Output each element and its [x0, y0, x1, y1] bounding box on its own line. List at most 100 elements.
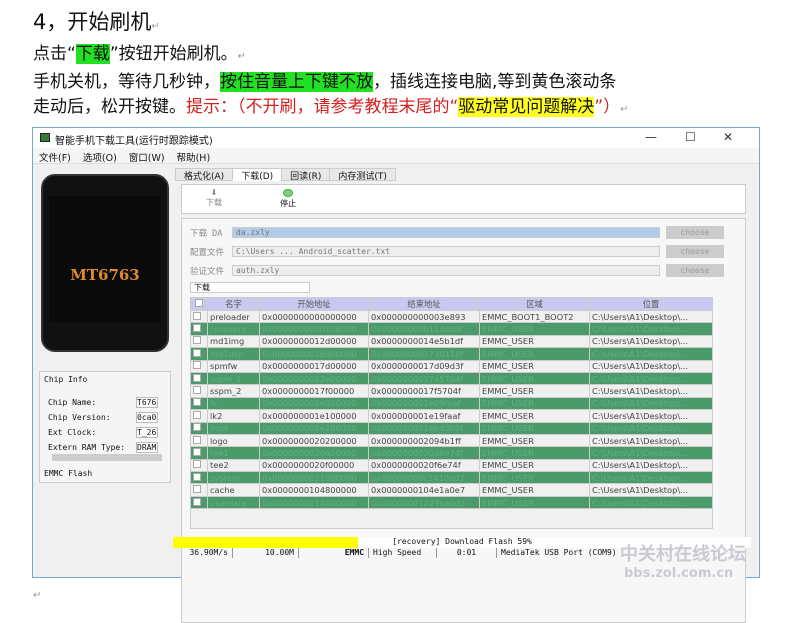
auth-label: 验证文件 [190, 267, 225, 277]
table-row[interactable]: cache 0x0000000104800000 0x0000000104e1a0e… [190, 483, 713, 497]
table-row[interactable]: boot 0x000000001e200000 0x000000001ebd3b9f… [190, 421, 713, 435]
tab-format[interactable]: 格式化(A) [175, 168, 234, 182]
cell: tee1 [207, 446, 260, 460]
chip-info-panel: Chip Info Chip Name: T676 Chip Version: 0c… [39, 371, 171, 483]
cell: recovery [207, 322, 260, 336]
cell: 0x0000000000108000 [259, 322, 369, 336]
mode-select[interactable]: 下载 [190, 282, 310, 293]
table-row[interactable]: recovery 0x0000000000108000 0x00000000011d… [190, 322, 713, 336]
cell: EMMC_USER [479, 334, 590, 349]
cell: C:\Users\A1\Desktop\... [589, 309, 713, 324]
row-checkbox[interactable] [190, 384, 208, 398]
cell: 0x0000000017f5704f [368, 384, 480, 398]
table-row[interactable]: lk 0x000000001e000000 0x000000001e09faaf EM… [190, 396, 713, 411]
cell: 0x0000000020200000 [259, 433, 369, 448]
table-row[interactable]: preloader 0x0000000000000000 0x00000000000… [190, 309, 713, 324]
cell: EMMC_USER [479, 483, 590, 497]
menu-window[interactable]: 窗口(W) [129, 153, 165, 164]
cell: EMMC_BOOT1_BOOT2 [479, 309, 590, 324]
ext-clock-value: T_26 [136, 427, 158, 438]
da-file-field[interactable]: da.zxly [232, 227, 660, 238]
ext-clock-label: Ext Clock: [48, 428, 97, 437]
auth-file-field[interactable]: auth.zxly [232, 265, 660, 276]
row-checkbox[interactable] [190, 371, 208, 386]
cell: C:\Users\A1\Desktop\... [589, 409, 713, 423]
choose-auth-button[interactable]: choose [666, 264, 724, 277]
maximize-button[interactable]: ☐ [685, 130, 696, 144]
table-row[interactable]: lk2 0x000000001e100000 0x000000001e19faaf E… [190, 409, 713, 423]
cell: 0x0000000017e00000 [259, 371, 369, 386]
instruction-line-2: 手机关机，等待几秒钟，按住音量上下键不放，插线连接电脑,等到黄色滚动条 [33, 72, 617, 92]
chip-version-label: Chip Version: [48, 413, 111, 422]
tab-download[interactable]: 下载(D) [232, 168, 283, 182]
cell: EMMC_USER [479, 495, 590, 510]
cell: C:\Users\A1\Desktop\... [589, 446, 713, 460]
choose-da-button[interactable]: choose [666, 226, 724, 239]
table-row[interactable]: tee2 0x0000000020f00000 0x0000000020f6e74f… [190, 458, 713, 473]
download-button[interactable]: ⬇ 下载 [206, 188, 222, 208]
cell: preloader [207, 309, 260, 324]
cell: C:\Users\A1\Desktop\... [589, 421, 713, 435]
header-location: 位置 [589, 297, 713, 311]
cell: 0x0000000016d00000 [259, 347, 369, 361]
row-checkbox[interactable] [190, 495, 208, 510]
header-region: 区域 [479, 297, 590, 311]
cell: 0x00000000c2410ad7 [368, 471, 480, 485]
table-row[interactable]: md1img 0x0000000012d00000 0x0000000014e5b1… [190, 334, 713, 349]
cell: C:\Users\A1\Desktop\... [589, 334, 713, 349]
row-checkbox[interactable] [190, 433, 208, 448]
cell: spmfw [207, 359, 260, 373]
cell: 0x0000000020f00000 [259, 458, 369, 473]
row-checkbox[interactable] [190, 458, 208, 473]
empty-row [190, 508, 713, 530]
minimize-button[interactable]: — [645, 130, 657, 144]
row-checkbox[interactable] [190, 359, 208, 373]
table-row[interactable]: tee1 0x0000000020a00000 0x0000000020a6e74f… [190, 446, 713, 460]
row-checkbox[interactable] [190, 309, 208, 324]
table-row[interactable]: system 0x0000000021800000 0x00000000c2410a… [190, 471, 713, 485]
cell: C:\Users\A1\Desktop\... [589, 471, 713, 485]
stop-button[interactable]: 停止 [280, 188, 296, 209]
cell: 0x0000000104800000 [259, 483, 369, 497]
choose-scatter-button[interactable]: choose [666, 245, 724, 258]
cell: sspm_2 [207, 384, 260, 398]
cell: C:\Users\A1\Desktop\... [589, 458, 713, 473]
menu-options[interactable]: 选项(O) [83, 153, 117, 164]
cell: 0x00000001249bebd3 [368, 495, 480, 510]
row-checkbox[interactable] [190, 471, 208, 485]
cell: 0x000000001730118f [368, 347, 480, 361]
scatter-file-field[interactable]: C:\Users ... Android_scatter.txt [232, 246, 660, 257]
table-row[interactable]: sspm_2 0x0000000017f00000 0x0000000017f570… [190, 384, 713, 398]
row-checkbox[interactable] [190, 396, 208, 411]
da-label: 下载 DA [190, 229, 223, 239]
row-checkbox[interactable] [190, 409, 208, 423]
section-heading: 4，开始刷机↵ [33, 10, 160, 34]
table-row[interactable]: spmfw 0x0000000017d00000 0x0000000017d09d3… [190, 359, 713, 373]
horizontal-scrollbar[interactable] [52, 454, 162, 461]
status-size: 10.00M [233, 548, 299, 558]
menu-file[interactable]: 文件(F) [39, 153, 71, 164]
row-checkbox[interactable] [190, 421, 208, 435]
row-checkbox[interactable] [190, 347, 208, 361]
flash-tool-window: 智能手机下载工具(运行时跟踪模式) — ☐ ✕ 文件(F) 选项(O) 窗口(W) 帮… [32, 127, 760, 623]
cell: C:\Users\A1\Desktop\... [589, 495, 713, 510]
row-checkbox[interactable] [190, 334, 208, 349]
row-checkbox[interactable] [190, 483, 208, 497]
row-checkbox[interactable] [190, 446, 208, 460]
instruction-line-3: 走动后，松开按键。提示：（不开刷，请参考教程末尾的“驱动常见问题解决”）↵ [33, 97, 629, 117]
cell: C:\Users\A1\Desktop\... [589, 384, 713, 398]
row-checkbox[interactable] [190, 322, 208, 336]
close-button[interactable]: ✕ [723, 130, 733, 144]
menu-help[interactable]: 帮助(H) [177, 153, 211, 164]
table-row[interactable]: userdata 0x0000000114800000 0x00000001249b… [190, 495, 713, 510]
stop-icon [283, 189, 293, 197]
table-row[interactable]: logo 0x0000000020200000 0x000000002094b1ff… [190, 433, 713, 448]
tab-readback[interactable]: 回读(R) [281, 168, 331, 182]
chip-info-title: Chip Info [44, 375, 88, 384]
cell: 0x0000000017e5704f [368, 371, 480, 386]
table-row[interactable]: sspm_1 0x0000000017e00000 0x0000000017e570… [190, 371, 713, 386]
cell: 0x000000002094b1ff [368, 433, 480, 448]
table-row[interactable]: md1dsp 0x0000000016d00000 0x00000000173011… [190, 347, 713, 361]
tab-memory-test[interactable]: 内存测试(T) [329, 168, 396, 182]
select-all-checkbox[interactable] [190, 297, 208, 311]
